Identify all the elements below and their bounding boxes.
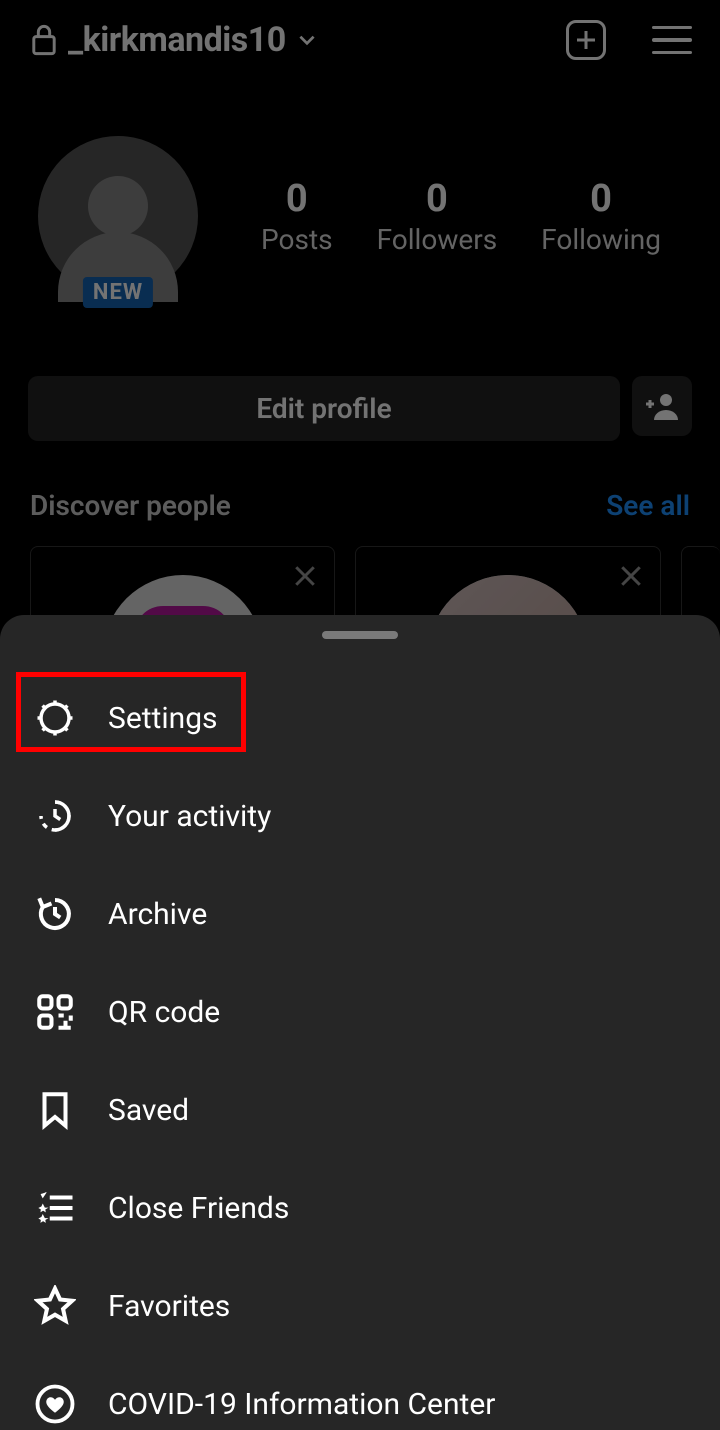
followers-count: 0 — [377, 177, 498, 221]
chevron-down-icon — [296, 29, 318, 51]
sheet-item-saved[interactable]: Saved — [0, 1061, 720, 1159]
username-dropdown[interactable]: _kirkmandis10 — [30, 20, 318, 60]
sheet-item-archive[interactable]: Archive — [0, 865, 720, 963]
sheet-item-label: Settings — [108, 701, 218, 736]
gear-icon — [34, 697, 76, 739]
stat-posts[interactable]: 0 Posts — [261, 177, 333, 256]
qr-icon — [34, 991, 76, 1033]
close-icon[interactable] — [290, 561, 320, 591]
stat-followers[interactable]: 0 Followers — [377, 177, 498, 256]
sheet-item-label: Close Friends — [108, 1191, 289, 1226]
lock-icon — [30, 23, 58, 57]
activity-icon — [34, 795, 76, 837]
sheet-item-close-friends[interactable]: Close Friends — [0, 1159, 720, 1257]
menu-button[interactable] — [652, 26, 692, 55]
avatar[interactable]: NEW — [38, 136, 198, 296]
discover-header: Discover people See all — [0, 441, 720, 522]
sheet-item-label: QR code — [108, 995, 220, 1030]
following-label: Following — [541, 223, 661, 256]
sheet-item-label: COVID-19 Information Center — [108, 1387, 495, 1422]
posts-label: Posts — [261, 223, 333, 256]
sheet-item-activity[interactable]: Your activity — [0, 767, 720, 865]
sheet-handle[interactable] — [322, 631, 398, 639]
discover-title: Discover people — [30, 489, 231, 522]
sheet-item-settings[interactable]: Settings — [0, 669, 720, 767]
profile-row: NEW 0 Posts 0 Followers 0 Following — [0, 78, 720, 296]
sheet-item-favorites[interactable]: Favorites — [0, 1257, 720, 1355]
bookmark-icon — [34, 1089, 76, 1131]
sheet-item-label: Favorites — [108, 1289, 230, 1324]
username-text: _kirkmandis10 — [68, 20, 286, 60]
sheet-item-covid[interactable]: COVID-19 Information Center — [0, 1355, 720, 1430]
sheet-item-qr[interactable]: QR code — [0, 963, 720, 1061]
create-button[interactable] — [566, 20, 606, 60]
stats: 0 Posts 0 Followers 0 Following — [232, 177, 690, 256]
header: _kirkmandis10 — [0, 0, 720, 78]
edit-profile-button[interactable]: Edit profile — [28, 376, 620, 441]
close-icon[interactable] — [616, 561, 646, 591]
followers-label: Followers — [377, 223, 498, 256]
plus-icon — [575, 29, 597, 51]
new-badge: NEW — [83, 277, 153, 308]
archive-icon — [34, 893, 76, 935]
following-count: 0 — [541, 177, 661, 221]
bottom-sheet: Settings Your activity Archive — [0, 615, 720, 1430]
star-icon — [34, 1285, 76, 1327]
sheet-item-label: Your activity — [108, 799, 271, 834]
menu-icon — [652, 26, 692, 30]
add-person-icon — [646, 392, 678, 420]
sheet-item-label: Archive — [108, 897, 207, 932]
stat-following[interactable]: 0 Following — [541, 177, 661, 256]
sheet-item-label: Saved — [108, 1093, 189, 1128]
see-all-link[interactable]: See all — [606, 489, 690, 522]
close-friends-icon — [34, 1187, 76, 1229]
heart-circle-icon — [34, 1383, 76, 1425]
discover-people-toggle-button[interactable] — [632, 376, 692, 436]
posts-count: 0 — [261, 177, 333, 221]
